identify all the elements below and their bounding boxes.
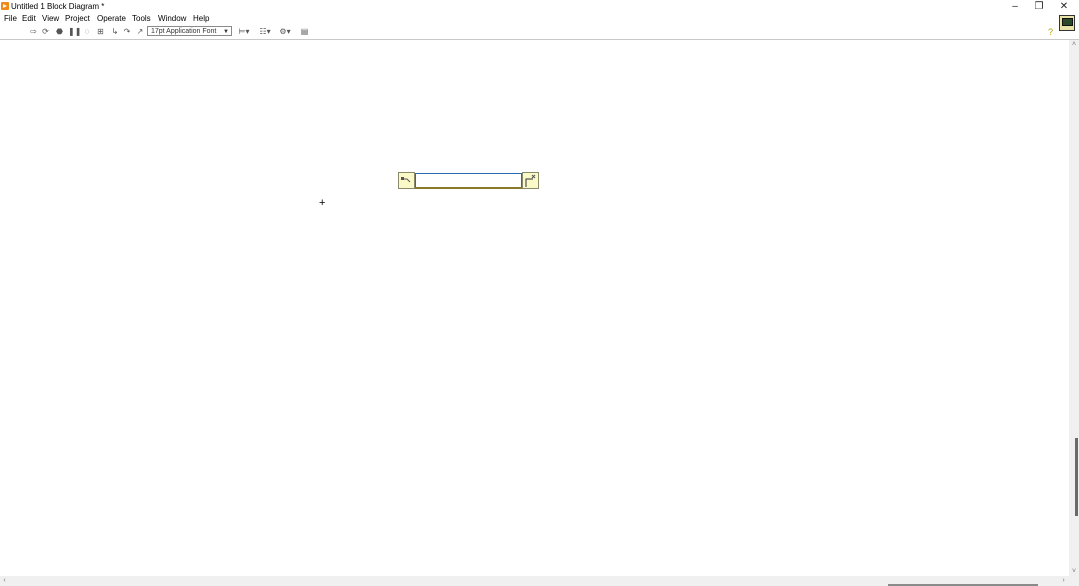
menu-window[interactable]: Window	[158, 13, 186, 24]
restore-button[interactable]: ❐	[1026, 0, 1052, 13]
minimize-button[interactable]: –	[1002, 0, 1028, 13]
toolbar: ⇨ ⟳ ⬣ ❚❚ ◌ ⊞ ↳ ↷ ↗ 17pt Application Font…	[0, 24, 1079, 40]
font-select[interactable]: 17pt Application Font ▼	[147, 26, 232, 36]
labview-app-icon	[1, 2, 9, 10]
string-input-terminal-icon[interactable]	[398, 172, 415, 189]
menu-edit[interactable]: Edit	[22, 13, 36, 24]
chevron-down-icon: ▼	[223, 29, 229, 35]
menu-help[interactable]: Help	[193, 13, 209, 24]
scroll-right-button[interactable]: ›	[1059, 576, 1068, 586]
menu-bar: File Edit View Project Operate Tools Win…	[0, 13, 1079, 24]
menu-file[interactable]: File	[4, 13, 17, 24]
cleanup-diagram-icon[interactable]: ▤	[298, 27, 311, 36]
retain-wire-values-icon[interactable]: ⊞	[95, 27, 106, 36]
crosshair-cursor: +	[319, 197, 326, 209]
close-button[interactable]: ✕	[1051, 0, 1077, 13]
scroll-down-button[interactable]: ˅	[1069, 567, 1079, 576]
step-into-icon[interactable]: ↳	[110, 27, 120, 36]
menu-tools[interactable]: Tools	[132, 13, 151, 24]
font-select-value: 17pt Application Font	[151, 28, 217, 35]
step-out-icon[interactable]: ↗	[135, 27, 145, 36]
abort-icon[interactable]: ⬣	[54, 27, 65, 36]
string-constant-field[interactable]	[415, 173, 522, 189]
run-continuously-icon[interactable]: ⟳	[40, 27, 51, 36]
vertical-scrollbar[interactable]: ˄ ˅	[1069, 40, 1079, 576]
block-diagram-canvas[interactable]	[0, 40, 1069, 574]
scroll-up-button[interactable]: ˄	[1069, 40, 1079, 49]
menu-project[interactable]: Project	[65, 13, 90, 24]
vertical-scroll-thumb[interactable]	[1075, 438, 1078, 516]
title-bar: Untitled 1 Block Diagram * – ❐ ✕	[0, 0, 1079, 13]
string-output-terminal-icon[interactable]	[522, 172, 539, 189]
pause-icon[interactable]: ❚❚	[68, 27, 81, 36]
vi-icon[interactable]	[1059, 15, 1075, 31]
align-objects-icon[interactable]: ⊨▾	[237, 27, 251, 36]
horizontal-scrollbar[interactable]: ‹ ›	[0, 576, 1069, 586]
window-title: Untitled 1 Block Diagram *	[11, 2, 105, 11]
scroll-left-button[interactable]: ‹	[0, 576, 9, 586]
menu-view[interactable]: View	[42, 13, 59, 24]
distribute-objects-icon[interactable]: ☷▾	[258, 27, 272, 36]
highlight-execution-icon[interactable]: ◌	[82, 27, 92, 36]
context-help-icon[interactable]: ?	[1046, 27, 1055, 37]
scrollbar-corner	[1069, 576, 1079, 586]
run-arrow-icon[interactable]: ⇨	[30, 27, 37, 36]
menu-operate[interactable]: Operate	[97, 13, 126, 24]
reorder-icon[interactable]: ⚙▾	[278, 27, 292, 36]
step-over-icon[interactable]: ↷	[122, 27, 132, 36]
